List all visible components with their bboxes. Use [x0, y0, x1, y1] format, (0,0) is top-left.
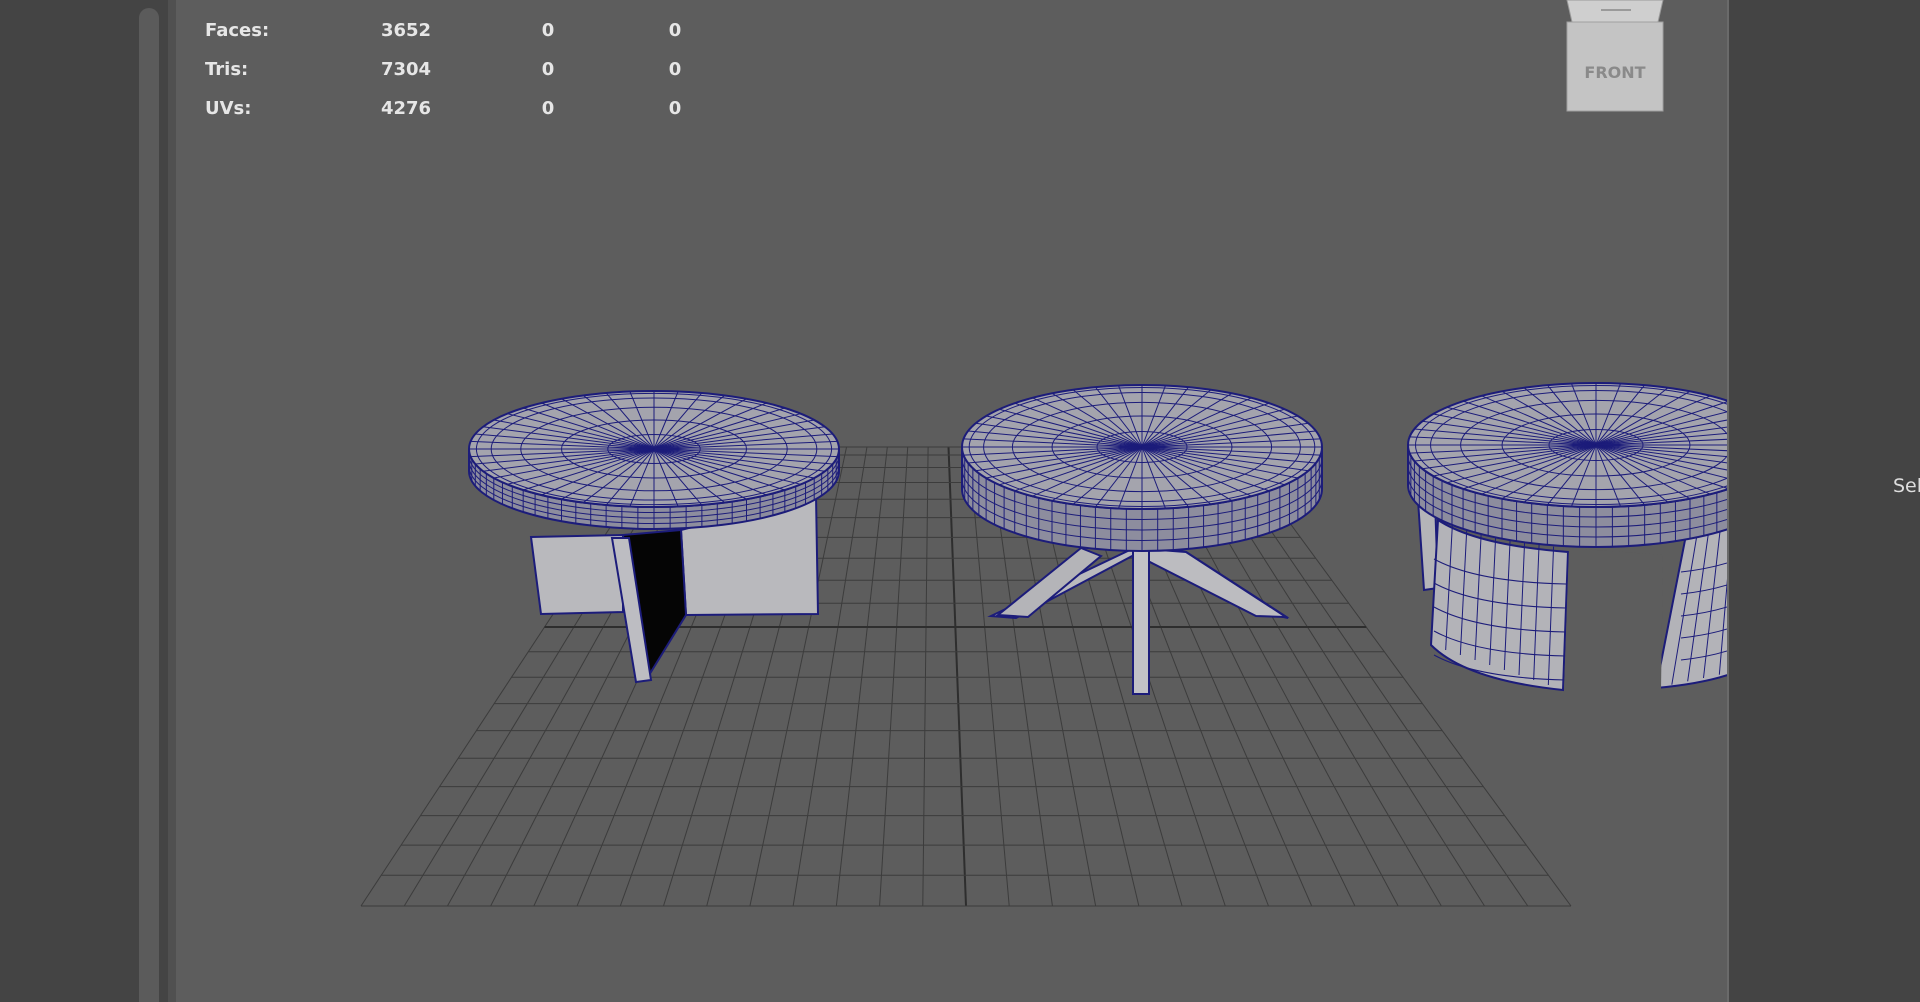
right-panel-label: Sel: [1893, 475, 1920, 497]
right-panel: [1729, 0, 1920, 1002]
view-cube[interactable]: FRONT: [1566, 0, 1664, 112]
grid-line: [947, 446, 967, 907]
left-scrollbar[interactable]: [139, 8, 159, 1002]
view-cube-front-label: FRONT: [1584, 63, 1645, 82]
table-right-gap: [1564, 548, 1663, 690]
table-right: [1407, 382, 1727, 692]
table-left: [468, 390, 840, 684]
left-panel: [0, 0, 138, 1002]
scene-canvas[interactable]: FRONT: [176, 0, 1727, 1002]
table-models[interactable]: [468, 382, 1727, 695]
table-center: [961, 384, 1323, 695]
table-center-pedestal: [1132, 545, 1150, 695]
table-left-panel-back: [529, 533, 624, 616]
3d-viewport[interactable]: Faces: 3652 0 0 Tris: 7304 0 0 UVs: 4276…: [176, 0, 1729, 1002]
grid-line: [922, 446, 929, 907]
grid-line: [879, 446, 909, 907]
grid-line: [835, 446, 888, 907]
viewport-left-border: [168, 0, 176, 1002]
